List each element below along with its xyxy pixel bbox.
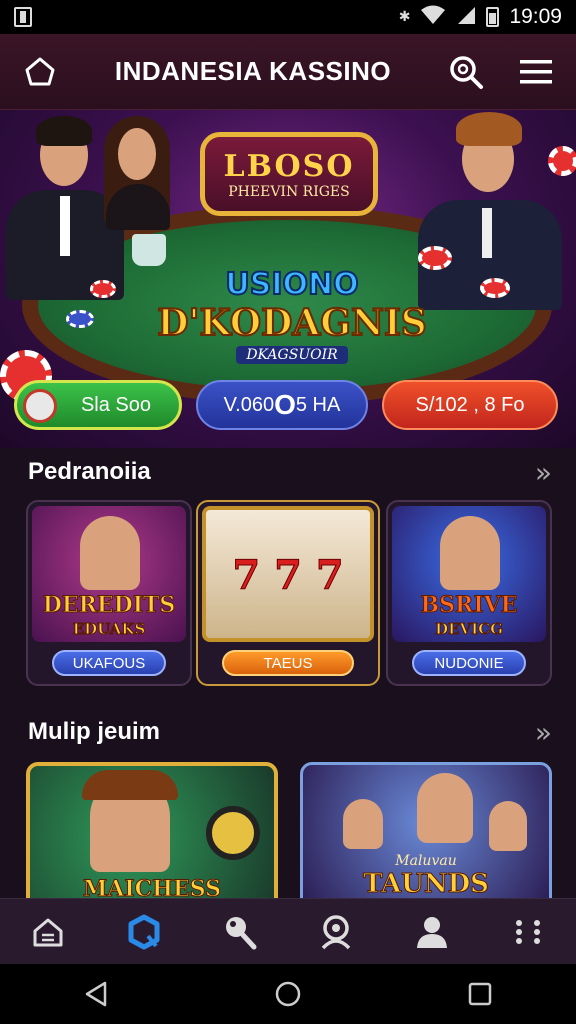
search-icon xyxy=(226,916,257,949)
cta-right-button[interactable]: S/102 , 8 Fo xyxy=(382,380,558,430)
game-card-button[interactable]: NUDONIE xyxy=(412,650,526,676)
see-more-multiplayer[interactable]: » xyxy=(535,716,552,749)
cta-middle-label: V.060 xyxy=(223,393,275,416)
hero-logo-line2: D'KODAGNIS xyxy=(156,301,428,345)
menu-button[interactable] xyxy=(514,50,558,94)
support-icon xyxy=(321,914,351,949)
grid-dots-icon xyxy=(516,919,540,944)
cup-decor xyxy=(132,234,166,266)
notification-icon xyxy=(14,7,32,27)
hero-logo: USIONO D'KODAGNIS DKAGSUOIR xyxy=(156,260,428,370)
search-icon xyxy=(450,55,483,89)
hamburger-icon xyxy=(519,59,552,83)
see-more-popular[interactable]: » xyxy=(535,456,552,489)
wifi-icon xyxy=(420,5,446,30)
cta-middle-label-rest: 5 HA xyxy=(295,393,341,416)
cta-middle-button[interactable]: V.060 O 5 HA xyxy=(196,380,368,430)
chip-decor xyxy=(90,280,116,298)
hero-logo-line3: DKAGSUOIR xyxy=(236,345,348,364)
system-nav-bar xyxy=(0,964,576,1024)
section-title-multiplayer: Mulip jeuim xyxy=(28,718,160,745)
game-card-large[interactable]: MAICHESS xyxy=(26,762,278,912)
app-title: INDANESIA KASSINO xyxy=(114,56,392,86)
recents-button[interactable] xyxy=(458,972,502,1016)
cta-left-button[interactable]: Sla Soo xyxy=(14,380,182,430)
home-circle-icon xyxy=(275,981,301,1007)
chip-decor xyxy=(66,310,94,328)
game-card-title: BSRIVE DEVICG xyxy=(420,592,518,639)
back-button[interactable] xyxy=(74,972,118,1016)
chip-decor xyxy=(548,146,576,176)
nav-casino[interactable] xyxy=(122,910,166,954)
game-card-title: 7 7 7 xyxy=(232,552,344,599)
hero-banner[interactable]: LBOSO PHEEVIN RIGES USIONO D'KODAGNIS DK… xyxy=(0,110,576,448)
game-card-title: DEREDITS EDUAKS xyxy=(42,592,176,639)
nav-more[interactable] xyxy=(506,910,550,954)
search-button[interactable] xyxy=(444,50,488,94)
recents-square-icon xyxy=(468,982,492,1006)
game-card[interactable]: BSRIVE DEVICG NUDONIE xyxy=(386,500,552,686)
cta-middle-label-big: O xyxy=(274,389,296,420)
home-button[interactable] xyxy=(18,50,62,94)
chip-decor xyxy=(418,246,452,270)
status-bar: ✱ 19:09 xyxy=(0,0,576,34)
promo-badge-subtitle: PHEEVIN RIGES xyxy=(228,183,350,200)
cta-right-label: S/102 , 8 Fo xyxy=(415,393,525,416)
compass-icon xyxy=(23,389,57,423)
game-card[interactable]: 7 7 7 TAEUS xyxy=(196,500,380,686)
nav-search[interactable] xyxy=(218,910,262,954)
game-card-title: TAUNDS xyxy=(363,869,490,900)
game-card[interactable]: DEREDITS EDUAKS UKAFOUS xyxy=(26,500,192,686)
app-bar: INDANESIA KASSINO xyxy=(0,34,576,110)
chip-decor xyxy=(480,278,510,298)
character-decor xyxy=(80,516,140,590)
cta-left-label: Sla Soo xyxy=(80,393,152,416)
chip-decor xyxy=(206,806,260,860)
game-card-button[interactable]: UKAFOUS xyxy=(52,650,166,676)
player-left-woman xyxy=(96,114,186,234)
game-card-subtitle: Maluvau xyxy=(395,853,457,869)
home-icon xyxy=(25,57,55,85)
signal-icon xyxy=(456,5,476,30)
character-decor xyxy=(343,799,383,849)
character-hat xyxy=(82,770,178,800)
character-decor xyxy=(440,516,500,590)
home-icon xyxy=(33,918,63,946)
character-decor xyxy=(417,773,473,843)
back-triangle-icon xyxy=(85,981,107,1007)
nav-support[interactable] xyxy=(314,910,358,954)
promo-badge-title: LBOSO xyxy=(223,148,355,184)
casino-icon xyxy=(128,914,160,949)
section-title-popular: Pedranoiia xyxy=(28,458,151,485)
bluetooth-icon: ✱ xyxy=(398,9,411,25)
hero-logo-line1: USIONO xyxy=(224,266,359,303)
game-card-button[interactable]: TAEUS xyxy=(222,650,354,676)
character-decor xyxy=(489,801,527,851)
nav-home[interactable] xyxy=(26,910,70,954)
nav-profile[interactable] xyxy=(410,910,454,954)
game-card-large[interactable]: Maluvau TAUNDS xyxy=(300,762,552,912)
home-system-button[interactable] xyxy=(266,972,310,1016)
bottom-nav xyxy=(0,898,576,964)
promo-badge: LBOSO PHEEVIN RIGES xyxy=(200,132,378,216)
clock: 19:09 xyxy=(509,5,562,28)
user-icon xyxy=(417,916,447,948)
battery-icon xyxy=(486,7,500,27)
